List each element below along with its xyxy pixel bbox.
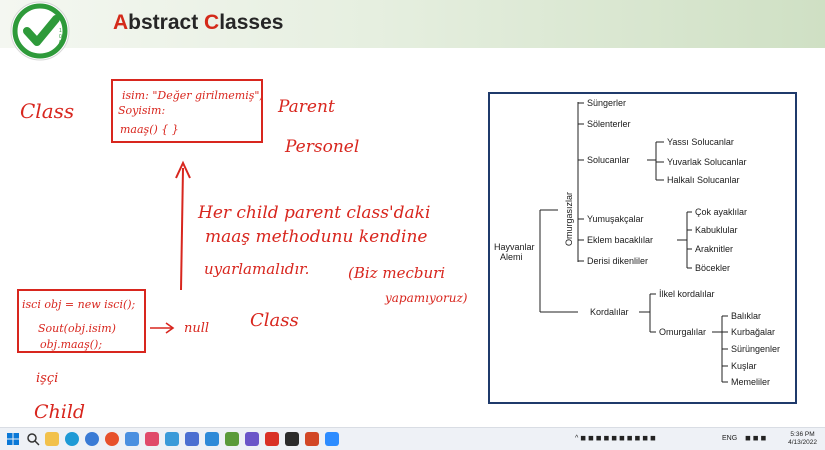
clock-date: 4/13/2022 <box>788 439 817 446</box>
clock-time: 5:36 PM <box>790 431 815 438</box>
node-solucanlar: Solucanlar <box>587 155 630 165</box>
zoom-icon[interactable] <box>325 432 339 446</box>
code-line-3: obj.maaş(); <box>40 338 102 351</box>
taskbar-clock[interactable]: 5:36 PM 4/13/2022 <box>788 431 817 447</box>
node-araknitler: Araknitler <box>695 244 733 254</box>
hand-class-top: Class <box>20 99 74 123</box>
app-icon-7[interactable] <box>245 432 259 446</box>
note-paren-1: (Biz mecburi <box>348 264 445 282</box>
node-solenterler: Sölenterler <box>587 119 631 129</box>
taxonomy-diagram: Hayvanlar Alemi Omurgasızlar Süngerler S… <box>488 92 797 404</box>
intellij-icon[interactable] <box>285 432 299 446</box>
app-icon-5[interactable] <box>205 432 219 446</box>
node-bocekler: Böcekler <box>695 263 730 273</box>
title-letter-c: C <box>204 11 220 34</box>
search-icon[interactable] <box>26 432 40 446</box>
windows-taskbar: ^ ◼ ◼ ◼ ◼ ◼ ◼ ◼ ◼ ◼ ◼ ENG ◼ ◼ ◼ 5:36 PM … <box>0 427 825 450</box>
node-yuvarlak: Yuvarlak Solucanlar <box>667 157 747 167</box>
note-line-2: maaş methodunu kendine <box>205 227 428 247</box>
code-line-2: Sout(obj.isim) <box>38 322 116 335</box>
app-icon-3[interactable] <box>165 432 179 446</box>
network-volume-icons[interactable]: ◼ ◼ ◼ <box>745 428 766 450</box>
omurgasizlar-label: Omurgasızlar <box>564 192 574 246</box>
title-word2-rest: lasses <box>219 11 284 34</box>
node-memeliler: Memeliler <box>731 377 770 387</box>
node-kuslar: Kuşlar <box>731 361 757 371</box>
node-kordalilar: Kordalılar <box>590 307 629 317</box>
node-derisi: Derisi dikenliler <box>587 256 648 266</box>
node-ilkel: İlkel kordalılar <box>659 289 715 299</box>
node-surungenler: Sürüngenler <box>731 344 780 354</box>
language-indicator[interactable]: ENG <box>722 428 737 450</box>
note-line-3: uyarlamalıdır. <box>204 260 309 278</box>
app-icon-1[interactable] <box>125 432 139 446</box>
windows-start-icon[interactable] <box>6 432 20 446</box>
arrow-up-line <box>180 167 184 291</box>
box-line-1: isim: "Değer girilmemiş"; <box>122 89 263 102</box>
hand-null: null <box>184 321 209 336</box>
taxonomy-tree: Hayvanlar Alemi Omurgasızlar Süngerler S… <box>494 98 780 387</box>
node-omurgalilar: Omurgalılar <box>659 327 706 337</box>
hand-class-bottom: Class <box>250 310 299 331</box>
svg-text:01: 01 <box>59 40 65 46</box>
app-icon-4[interactable] <box>185 432 199 446</box>
node-baliklar: Balıklar <box>731 311 761 321</box>
code-line-1: isci obj = new isci(); <box>22 298 136 311</box>
file-explorer-icon[interactable] <box>45 432 59 446</box>
node-yumusakcalar: Yumuşakçalar <box>587 214 644 224</box>
hand-isci: işçi <box>36 371 58 386</box>
node-kurbagalar: Kurbağalar <box>731 327 775 337</box>
node-kabuklular: Kabuklular <box>695 225 738 235</box>
title-word-rest: bstract <box>128 11 205 34</box>
hand-parent: Parent <box>277 97 335 117</box>
hand-child: Child <box>34 401 85 423</box>
pdf-reader-icon[interactable] <box>265 432 279 446</box>
box-line-3: maaş() { } <box>120 123 179 136</box>
note-paren-2: yapamıyoruz) <box>384 291 468 305</box>
node-eklem: Eklem bacaklılar <box>587 235 653 245</box>
app-icon-2[interactable] <box>145 432 159 446</box>
edge-browser-icon[interactable] <box>65 432 79 446</box>
hand-personel: Personel <box>284 137 359 157</box>
node-sungerler: Süngerler <box>587 98 626 108</box>
opera-icon[interactable] <box>105 432 119 446</box>
root-line-1: Hayvanlar <box>494 242 535 252</box>
node-halkali: Halkalı Solucanlar <box>667 175 740 185</box>
powerpoint-icon[interactable] <box>305 432 319 446</box>
node-cokayaklilar: Çok ayaklılar <box>695 207 747 217</box>
box-line-2: Soyisim: <box>118 104 165 117</box>
node-yassi: Yassı Solucanlar <box>667 137 734 147</box>
note-line-1: Her child parent class'daki <box>197 203 430 223</box>
chrome-icon[interactable] <box>85 432 99 446</box>
app-icon-6[interactable] <box>225 432 239 446</box>
title-letter-a: A <box>113 11 129 34</box>
system-tray-icons[interactable]: ^ ◼ ◼ ◼ ◼ ◼ ◼ ◼ ◼ ◼ ◼ <box>575 428 656 450</box>
root-line-2: Alemi <box>500 252 523 262</box>
slide-title: Abstract Classes <box>113 11 283 35</box>
